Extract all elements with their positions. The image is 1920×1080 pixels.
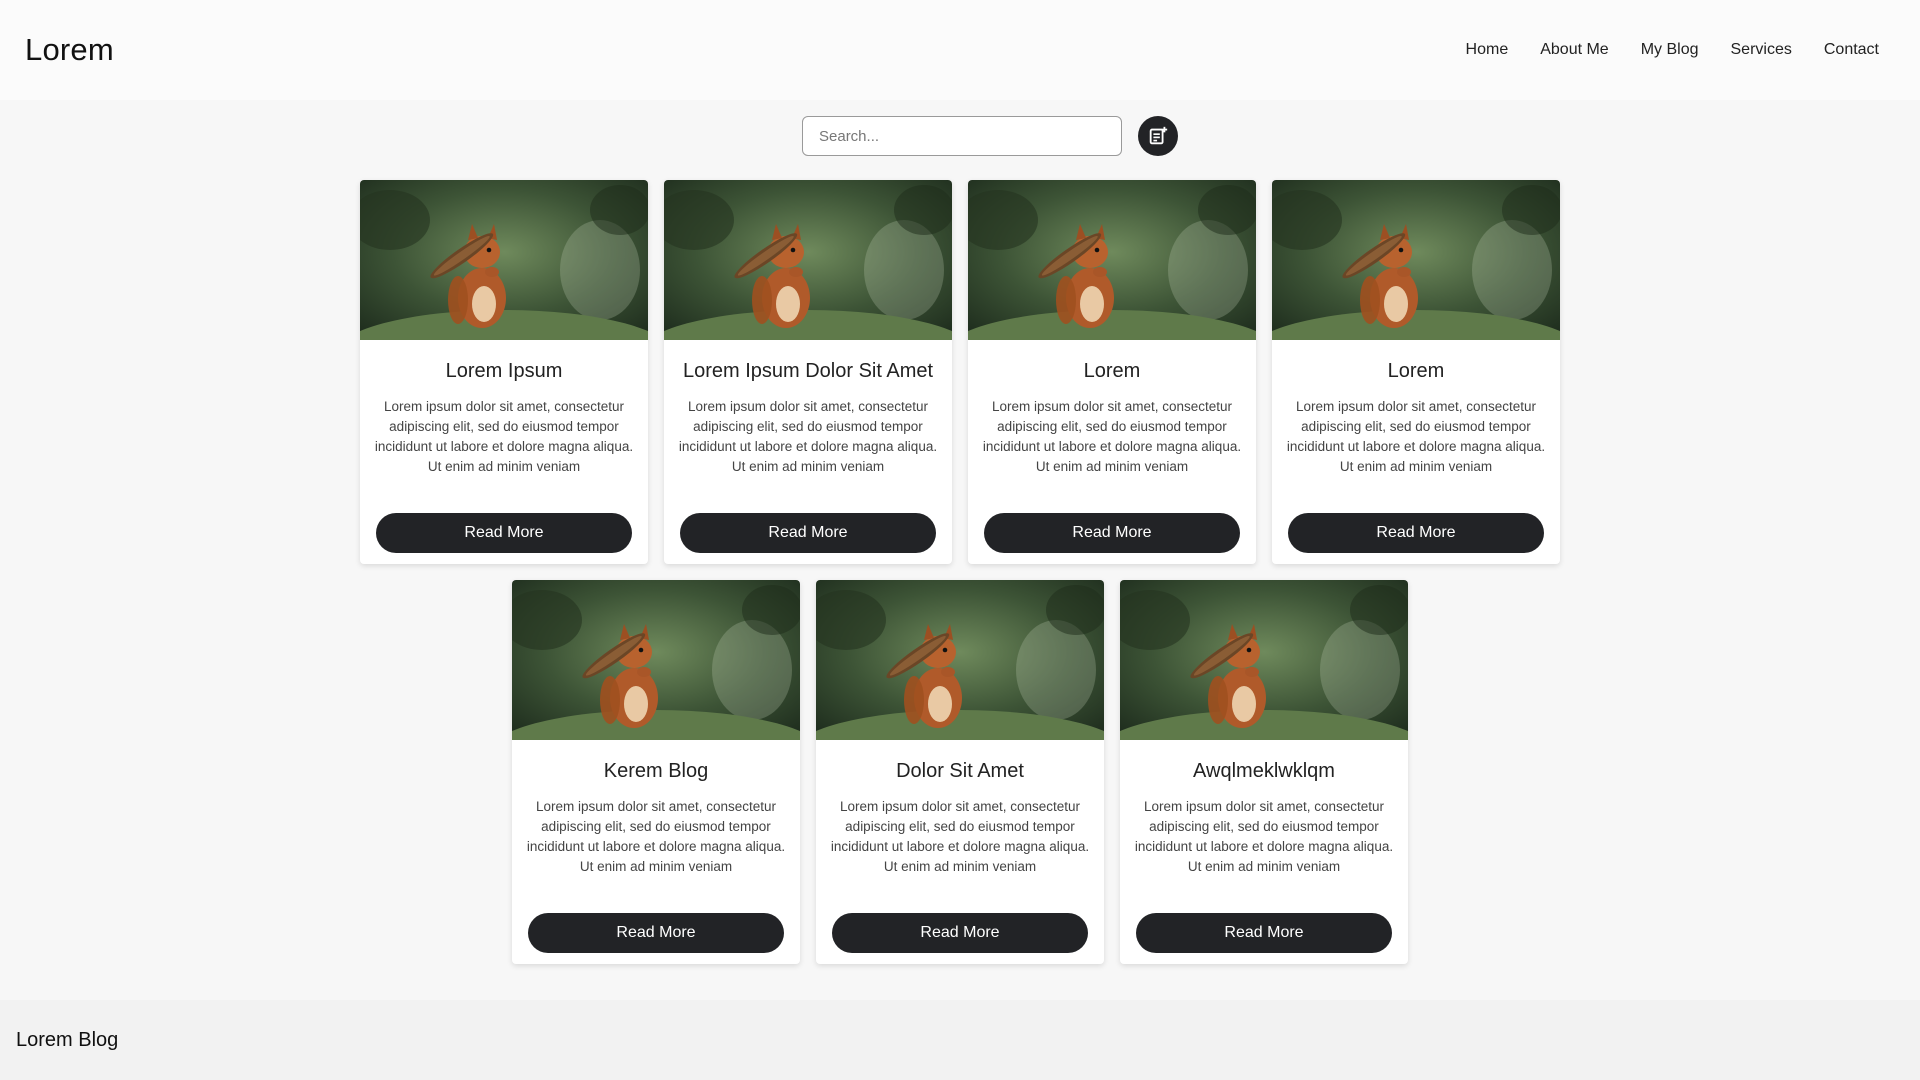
add-note-icon <box>1147 125 1169 147</box>
nav-item-home[interactable]: Home <box>1466 41 1509 59</box>
post-image <box>1272 180 1560 340</box>
post-image <box>968 180 1256 340</box>
post-row-1: Lorem Ipsum Lorem ipsum dolor sit amet, … <box>360 180 1560 564</box>
post-card: Lorem Lorem ipsum dolor sit amet, consec… <box>968 180 1256 564</box>
post-card: Lorem Lorem ipsum dolor sit amet, consec… <box>1272 180 1560 564</box>
post-card: Awqlmeklwklqm Lorem ipsum dolor sit amet… <box>1120 580 1408 964</box>
post-excerpt: Lorem ipsum dolor sit amet, consectetur … <box>526 799 786 874</box>
search-bar <box>0 116 1920 156</box>
footer-brand: Lorem Blog <box>16 1028 119 1051</box>
post-excerpt: Lorem ipsum dolor sit amet, consectetur … <box>374 399 634 474</box>
post-excerpt: Lorem ipsum dolor sit amet, consectetur … <box>678 399 938 474</box>
read-more-button[interactable]: Read More <box>832 913 1088 953</box>
post-title: Lorem Ipsum <box>445 360 563 382</box>
post-row-2: Kerem Blog Lorem ipsum dolor sit amet, c… <box>512 580 1408 964</box>
post-title: Dolor Sit Amet <box>896 760 1024 782</box>
read-more-button[interactable]: Read More <box>1136 913 1392 953</box>
post-title: Kerem Blog <box>603 760 709 782</box>
post-title: Awqlmeklwklqm <box>1193 760 1335 782</box>
post-card: Lorem Ipsum Dolor Sit Amet Lorem ipsum d… <box>664 180 952 564</box>
read-more-button[interactable]: Read More <box>984 513 1240 553</box>
post-image <box>1120 580 1408 740</box>
post-card: Dolor Sit Amet Lorem ipsum dolor sit ame… <box>816 580 1104 964</box>
post-image <box>512 580 800 740</box>
post-image <box>360 180 648 340</box>
read-more-button[interactable]: Read More <box>528 913 784 953</box>
read-more-button[interactable]: Read More <box>680 513 936 553</box>
site-footer: Lorem Blog <box>0 1000 1920 1080</box>
site-header: Lorem Home About Me My Blog Services Con… <box>0 0 1920 100</box>
nav-item-contact[interactable]: Contact <box>1824 41 1879 59</box>
read-more-button[interactable]: Read More <box>376 513 632 553</box>
main-nav: Home About Me My Blog Services Contact <box>1434 41 1879 59</box>
search-input[interactable] <box>802 116 1122 156</box>
nav-item-my-blog[interactable]: My Blog <box>1641 41 1699 59</box>
post-image <box>816 580 1104 740</box>
post-excerpt: Lorem ipsum dolor sit amet, consectetur … <box>830 799 1090 874</box>
post-excerpt: Lorem ipsum dolor sit amet, consectetur … <box>1286 399 1546 474</box>
add-post-button[interactable] <box>1138 116 1178 156</box>
post-excerpt: Lorem ipsum dolor sit amet, consectetur … <box>1134 799 1394 874</box>
post-grid: Lorem Ipsum Lorem ipsum dolor sit amet, … <box>0 180 1920 964</box>
site-brand[interactable]: Lorem <box>25 32 114 68</box>
post-title: Lorem <box>1083 360 1141 382</box>
post-image <box>664 180 952 340</box>
read-more-button[interactable]: Read More <box>1288 513 1544 553</box>
post-card: Lorem Ipsum Lorem ipsum dolor sit amet, … <box>360 180 648 564</box>
post-title: Lorem Ipsum Dolor Sit Amet <box>682 360 934 382</box>
post-excerpt: Lorem ipsum dolor sit amet, consectetur … <box>982 399 1242 474</box>
nav-item-about-me[interactable]: About Me <box>1540 41 1608 59</box>
nav-item-services[interactable]: Services <box>1731 41 1792 59</box>
post-card: Kerem Blog Lorem ipsum dolor sit amet, c… <box>512 580 800 964</box>
post-title: Lorem <box>1387 360 1445 382</box>
